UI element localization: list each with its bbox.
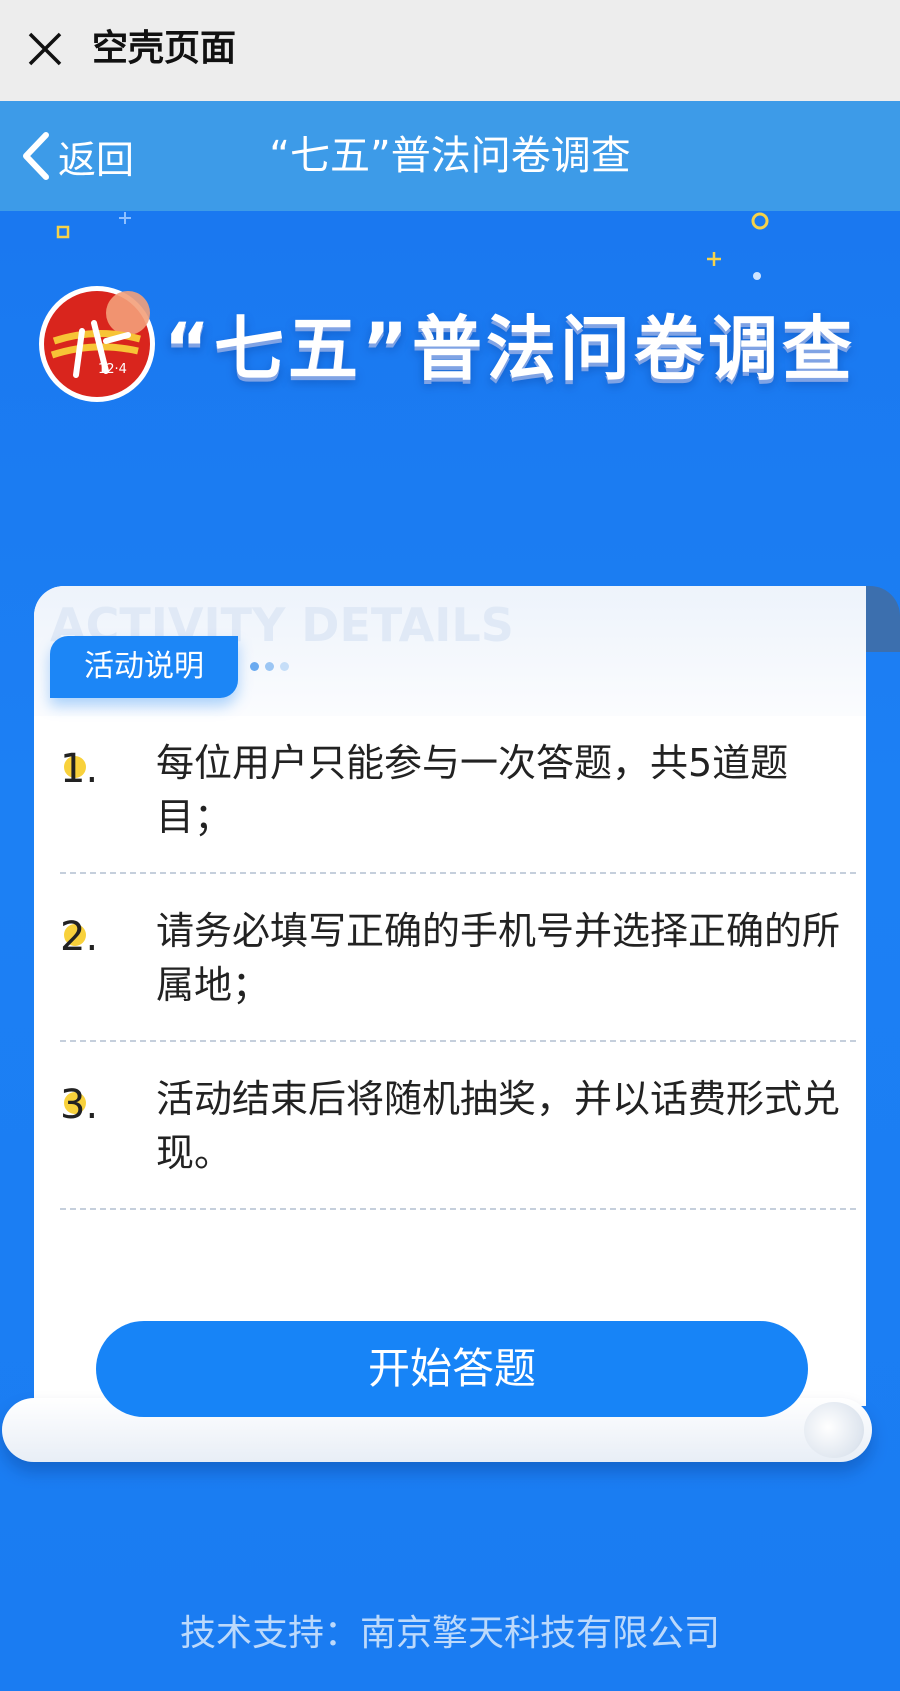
- rule-text: 每位用户只能参与一次答题，共5道题目；: [156, 741, 789, 839]
- rule-number: 2.: [60, 914, 99, 960]
- rule-number: 3.: [60, 1082, 99, 1128]
- law-logo-icon: 12·4: [39, 286, 155, 402]
- square-sparkle-icon: [56, 225, 70, 239]
- card-header: ACTIVITY DETAILS 活动说明: [34, 586, 866, 716]
- rules-list: 1. 每位用户只能参与一次答题，共5道题目； 2. 请务必填写正确的手机号并选择…: [60, 736, 856, 1240]
- rule-item: 2. 请务必填写正确的手机号并选择正确的所属地；: [60, 904, 856, 1042]
- rule-text: 请务必填写正确的手机号并选择正确的所属地；: [156, 909, 841, 1007]
- activity-card: ACTIVITY DETAILS 活动说明 1. 每位用户只能参与一次答题，共5…: [2, 586, 900, 1462]
- rule-item: 3. 活动结束后将随机抽奖，并以话费形式兑现。: [60, 1072, 856, 1210]
- banner-title: “七五”普法问卷调查: [164, 308, 857, 390]
- dot: [265, 662, 274, 671]
- logo-text: 12·4: [98, 362, 127, 377]
- start-quiz-button[interactable]: 开始答题: [96, 1321, 808, 1417]
- ring-sparkle-icon: [751, 212, 769, 230]
- nav-title: “七五”普法问卷调查: [269, 133, 631, 179]
- plus-sparkle-icon: [707, 252, 721, 266]
- dot: [280, 662, 289, 671]
- footer-credit: 技术支持：南京擎天科技有限公司: [179, 1613, 720, 1654]
- rule-text: 活动结束后将随机抽奖，并以话费形式兑现。: [156, 1077, 841, 1175]
- rule-number: 1.: [60, 746, 99, 792]
- hero-background: 12·4 “七五”普法问卷调查 ACTIVITY DETAILS 活动说明 1.…: [0, 211, 900, 1691]
- wechat-top-bar: 空壳页面: [0, 0, 900, 101]
- wechat-page-title: 空壳页面: [92, 28, 237, 69]
- scroll-roll-end: [804, 1402, 864, 1458]
- tag-dots: [250, 662, 289, 671]
- plus-sparkle-icon: [119, 212, 131, 224]
- activity-tag: 活动说明: [50, 636, 238, 698]
- app-nav-bar: 返回 “七五”普法问卷调查: [0, 101, 900, 211]
- dot: [250, 662, 259, 671]
- rule-item: 1. 每位用户只能参与一次答题，共5道题目；: [60, 736, 856, 874]
- dot-sparkle-icon: [753, 272, 761, 280]
- close-icon[interactable]: [24, 28, 66, 70]
